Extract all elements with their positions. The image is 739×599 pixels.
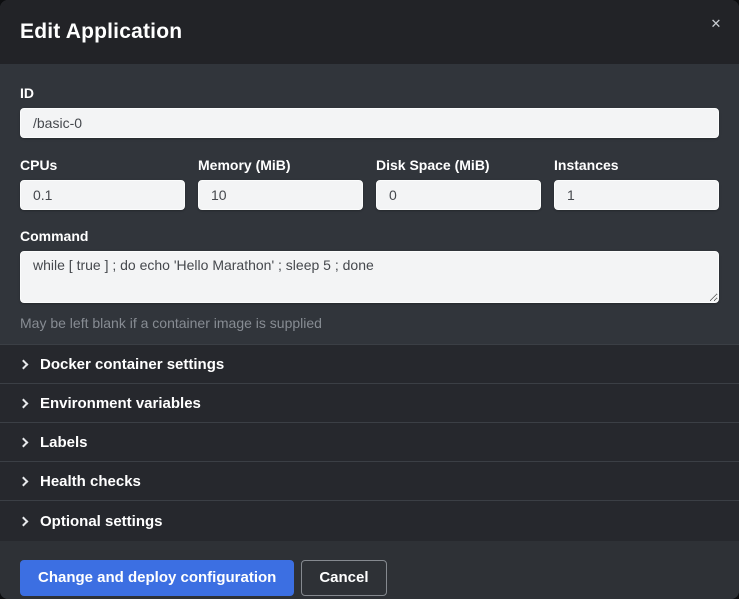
section-labels[interactable]: Labels <box>0 423 739 462</box>
settings-accordion: Docker container settings Environment va… <box>0 344 739 541</box>
section-label: Docker container settings <box>40 356 224 373</box>
command-help-text: May be left blank if a container image i… <box>20 315 719 331</box>
disk-field-group: Disk Space (MiB) <box>376 157 541 210</box>
memory-input[interactable] <box>198 180 363 210</box>
section-label: Optional settings <box>40 513 163 530</box>
id-label: ID <box>20 85 719 101</box>
command-field-group: Command while [ true ] ; do echo 'Hello … <box>20 228 719 331</box>
id-input[interactable] <box>20 108 719 138</box>
id-field-group: ID <box>20 85 719 138</box>
modal-title: Edit Application <box>20 20 182 44</box>
memory-label: Memory (MiB) <box>198 157 363 173</box>
cpus-input[interactable] <box>20 180 185 210</box>
cpus-field-group: CPUs <box>20 157 185 210</box>
section-optional-settings[interactable]: Optional settings <box>0 501 739 541</box>
command-label: Command <box>20 228 719 244</box>
section-label: Labels <box>40 434 88 451</box>
cpus-label: CPUs <box>20 157 185 173</box>
chevron-right-icon <box>19 476 29 486</box>
section-docker-container-settings[interactable]: Docker container settings <box>0 345 739 384</box>
command-textarea[interactable]: while [ true ] ; do echo 'Hello Marathon… <box>20 251 719 303</box>
section-environment-variables[interactable]: Environment variables <box>0 384 739 423</box>
chevron-right-icon <box>19 437 29 447</box>
application-form: ID CPUs Memory (MiB) Disk Space (MiB) In… <box>0 64 739 344</box>
chevron-right-icon <box>19 516 29 526</box>
resources-row: CPUs Memory (MiB) Disk Space (MiB) Insta… <box>20 157 719 210</box>
disk-input[interactable] <box>376 180 541 210</box>
section-health-checks[interactable]: Health checks <box>0 462 739 501</box>
edit-application-modal: Edit Application ✕ ID CPUs Memory (MiB) … <box>0 0 739 599</box>
instances-input[interactable] <box>554 180 719 210</box>
change-and-deploy-button[interactable]: Change and deploy configuration <box>20 560 294 596</box>
modal-header: Edit Application ✕ <box>0 0 739 64</box>
section-label: Health checks <box>40 473 141 490</box>
modal-footer: Change and deploy configuration Cancel <box>0 541 739 599</box>
instances-field-group: Instances <box>554 157 719 210</box>
disk-label: Disk Space (MiB) <box>376 157 541 173</box>
chevron-right-icon <box>19 359 29 369</box>
memory-field-group: Memory (MiB) <box>198 157 363 210</box>
cancel-button[interactable]: Cancel <box>301 560 386 596</box>
section-label: Environment variables <box>40 395 201 412</box>
instances-label: Instances <box>554 157 719 173</box>
chevron-right-icon <box>19 398 29 408</box>
close-icon[interactable]: ✕ <box>706 15 726 35</box>
